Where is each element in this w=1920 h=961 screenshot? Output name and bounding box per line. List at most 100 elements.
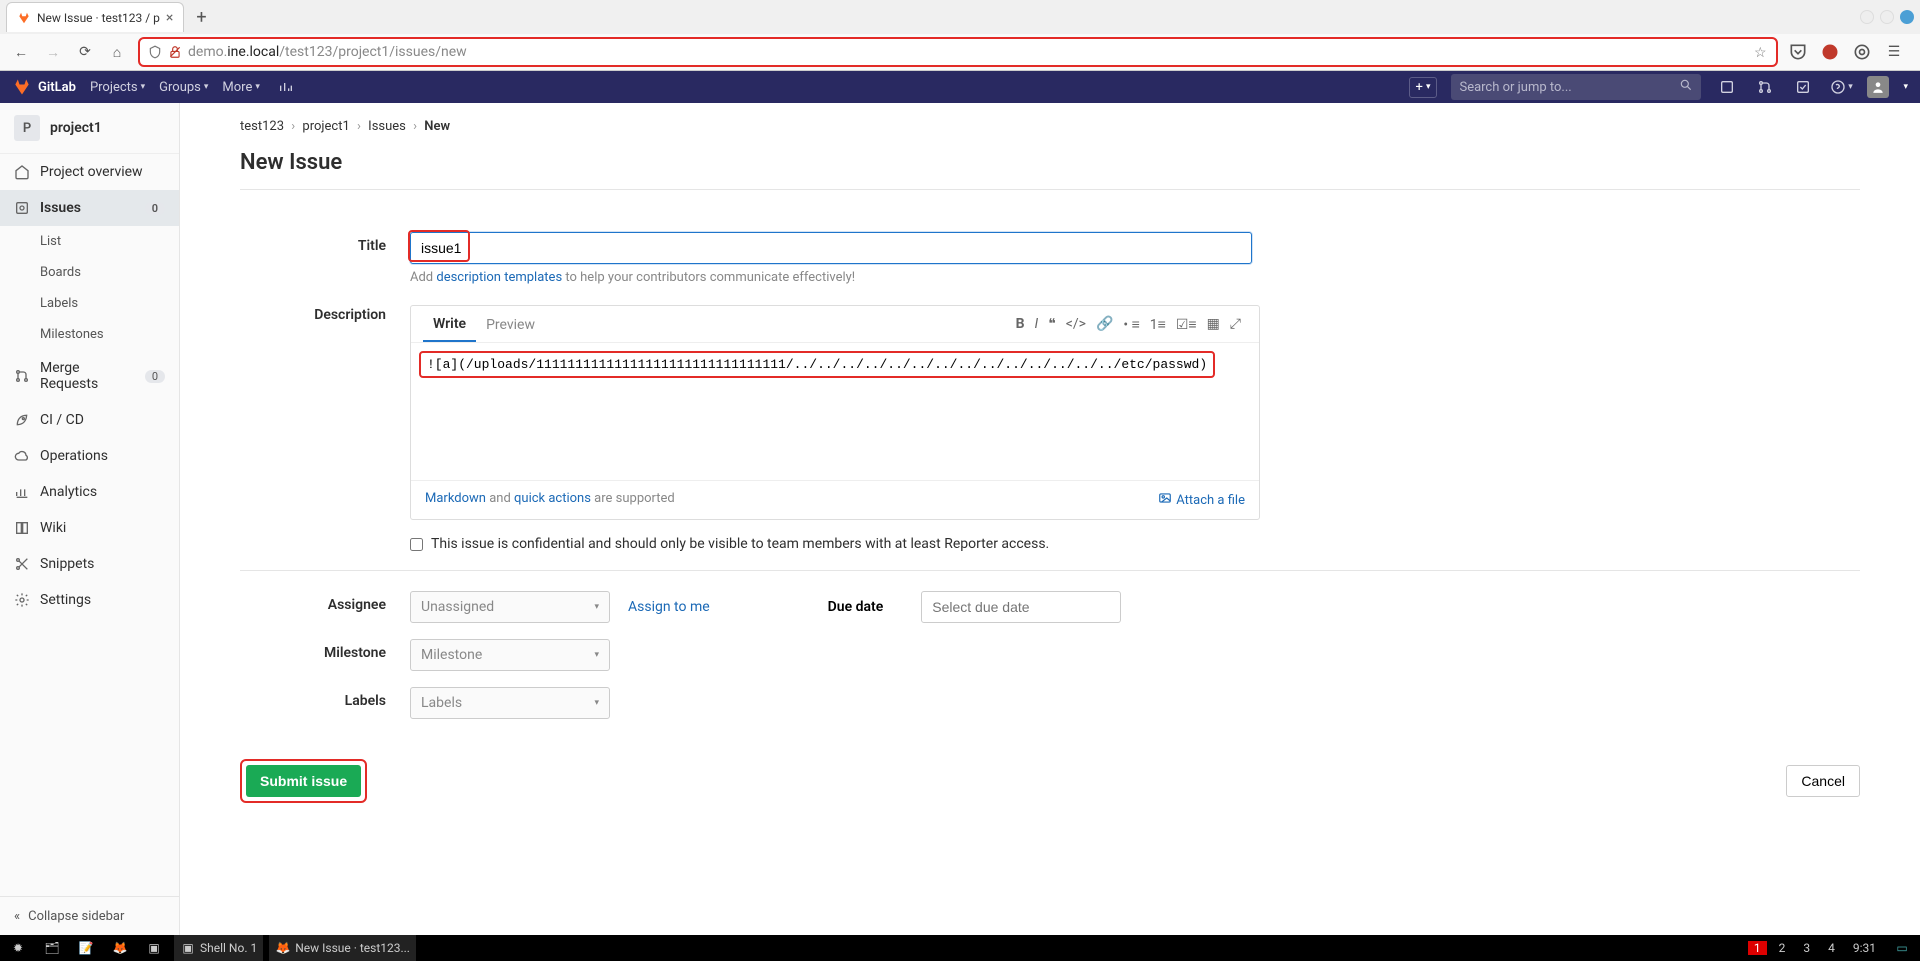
breadcrumb: test123 › project1 › Issues › New [240,119,1860,134]
sidebar-snippets[interactable]: Snippets [0,546,179,582]
mr-count-badge: 0 [145,370,165,383]
workspace-3[interactable]: 3 [1797,941,1816,955]
bold-icon[interactable]: B [1016,316,1025,333]
sidebar-analytics[interactable]: Analytics [0,474,179,510]
sidebar-project-header[interactable]: P project1 [0,103,179,154]
back-button[interactable]: ← [10,41,32,63]
due-date-input[interactable] [921,591,1121,623]
sidebar-overview[interactable]: Project overview [0,154,179,190]
quick-actions-link[interactable]: quick actions [514,491,591,506]
milestone-label: Milestone [240,639,410,671]
merge-icon [14,368,30,384]
home-button[interactable]: ⌂ [106,41,128,63]
activity-icon[interactable] [274,75,298,99]
submit-issue-button[interactable]: Submit issue [246,765,361,797]
description-textarea[interactable] [419,378,1251,468]
nav-more[interactable]: More▾ [222,80,259,95]
link-icon[interactable]: 🔗 [1096,316,1113,333]
description-label: Description [240,301,410,520]
close-icon[interactable]: × [166,10,173,26]
sidebar-issues-boards[interactable]: Boards [0,257,179,288]
numbered-list-icon[interactable]: 1≡ [1150,316,1166,333]
bc-group[interactable]: test123 [240,119,284,134]
divider [240,570,1860,571]
todos-icon[interactable] [1791,75,1815,99]
tb-firefox-window[interactable]: 🦊New Issue · test123... [269,935,416,961]
sidebar-operations[interactable]: Operations [0,438,179,474]
assignee-select[interactable]: Unassigned▾ [410,591,610,623]
sidebar-cicd[interactable]: CI / CD [0,402,179,438]
pocket-icon[interactable] [1788,42,1808,62]
cancel-button[interactable]: Cancel [1786,765,1860,797]
bookmark-icon[interactable]: ☆ [1754,45,1768,59]
tb-firefox[interactable]: 🦊 [106,935,134,961]
sidebar-wiki[interactable]: Wiki [0,510,179,546]
assign-to-me-link[interactable]: Assign to me [628,599,710,615]
bc-issues[interactable]: Issues [368,119,406,134]
sidebar-merge-requests[interactable]: Merge Requests 0 [0,350,179,402]
forward-button[interactable]: → [42,41,64,63]
new-tab-button[interactable]: + [188,7,214,28]
gitlab-favicon-icon [17,11,31,25]
tb-shell-window[interactable]: ▣Shell No. 1 [174,935,263,961]
markdown-help-link[interactable]: Markdown [425,491,486,506]
labels-select[interactable]: Labels▾ [410,687,610,719]
clock[interactable]: 9:31 [1847,935,1882,961]
issues-shortcut-icon[interactable] [1715,75,1739,99]
user-avatar[interactable] [1867,76,1889,98]
firefox-icon: 🦊 [275,940,291,956]
workspace-2[interactable]: 2 [1773,941,1792,955]
window-close[interactable] [1900,10,1914,24]
navbar-search[interactable]: Search or jump to... [1451,74,1701,100]
app-menu[interactable]: ✹ [4,935,32,961]
milestone-select[interactable]: Milestone▾ [410,639,610,671]
preview-tab[interactable]: Preview [476,307,545,341]
reload-button[interactable]: ⟳ [74,41,96,63]
cloud-icon [14,448,30,464]
write-tab[interactable]: Write [423,306,476,342]
sidebar-issues-list[interactable]: List [0,226,179,257]
sidebar-issues[interactable]: Issues 0 [0,190,179,226]
nav-groups[interactable]: Groups▾ [159,80,208,95]
workspace-4[interactable]: 4 [1822,941,1841,955]
help-icon[interactable]: ▾ [1829,75,1853,99]
fullscreen-icon[interactable]: ⤢ [1230,316,1241,333]
show-desktop[interactable]: ▭ [1888,935,1916,961]
sidebar-issues-labels[interactable]: Labels [0,288,179,319]
create-new-button[interactable]: +▾ [1409,77,1438,98]
sidebar-settings[interactable]: Settings [0,582,179,618]
window-minimize[interactable] [1860,10,1874,24]
merge-requests-icon[interactable] [1753,75,1777,99]
nav-projects[interactable]: Projects▾ [90,80,145,95]
collapse-sidebar[interactable]: « Collapse sidebar [0,896,179,936]
table-icon[interactable]: ▦ [1207,316,1220,333]
workspace-1[interactable]: 1 [1748,941,1767,955]
confidential-checkbox[interactable] [410,538,423,551]
quote-icon[interactable]: ❝ [1048,316,1056,333]
user-menu-chevron[interactable]: ▾ [1903,82,1908,92]
shield-icon [148,45,162,59]
desc-templates-link[interactable]: description templates [436,270,562,285]
sidebar-issues-milestones[interactable]: Milestones [0,319,179,350]
search-placeholder: Search or jump to... [1459,80,1679,95]
window-maximize[interactable] [1880,10,1894,24]
menu-icon[interactable]: ☰ [1884,42,1904,62]
bc-project[interactable]: project1 [302,119,349,134]
tb-editor[interactable]: 📝 [72,935,100,961]
terminal-icon: ▣ [180,940,196,956]
task-list-icon[interactable]: ☑≡ [1176,316,1197,333]
extension-icon[interactable] [1852,42,1872,62]
tb-files[interactable]: 🗂 [38,935,66,961]
browser-tab[interactable]: New Issue · test123 / p × [6,2,184,32]
issue-title-input[interactable] [410,232,1252,264]
gitlab-logo[interactable]: GitLab [12,77,76,97]
browser-chrome: New Issue · test123 / p × + ← → ⟳ ⌂ demo… [0,0,1920,71]
image-icon [1158,491,1172,509]
code-icon[interactable]: </> [1066,316,1086,333]
tb-terminal[interactable]: ▣ [140,935,168,961]
noscript-icon[interactable] [1820,42,1840,62]
italic-icon[interactable]: I [1035,316,1039,333]
url-field[interactable]: demo.ine.local/test123/project1/issues/n… [138,37,1778,67]
attach-file-button[interactable]: Attach a file [1158,491,1245,509]
bullet-list-icon[interactable]: • ≡ [1123,316,1139,333]
